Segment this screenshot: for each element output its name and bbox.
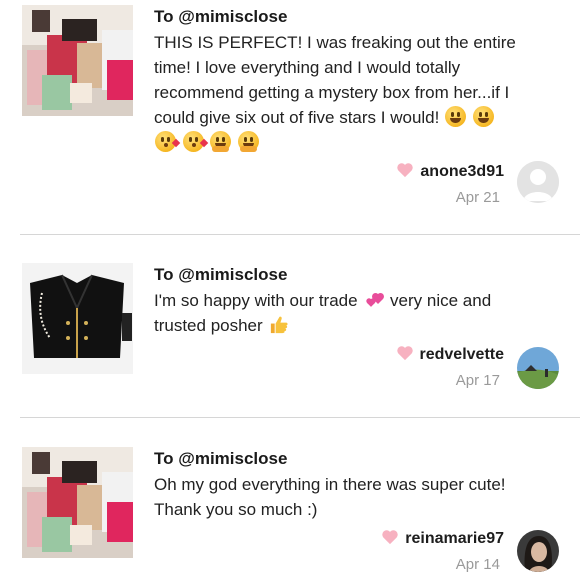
to-prefix: To (154, 7, 174, 26)
divider (20, 417, 580, 418)
message-line: recommend getting a mystery box from her… (154, 83, 510, 102)
message-line: could give six out of five stars I would… (154, 108, 440, 127)
hugging-face-icon (238, 131, 260, 152)
review-recipient: To @mimisclose (154, 7, 287, 27)
review-card: To @mimisclose Oh my god everything in t… (0, 420, 580, 580)
heart-icon (382, 530, 398, 545)
face-blowing-kiss-icon (182, 131, 208, 152)
review-feed: To @mimisclose THIS IS PERFECT! I was fr… (0, 0, 580, 580)
reviewer-avatar[interactable] (517, 530, 559, 572)
two-hearts-icon (363, 289, 384, 310)
grinning-face-icon (445, 106, 467, 127)
recipient-handle[interactable]: @mimisclose (178, 449, 287, 468)
to-prefix: To (154, 265, 174, 284)
recipient-handle[interactable]: @mimisclose (178, 7, 287, 26)
reviewer-link[interactable]: reinamarie97 (381, 530, 504, 547)
reviewer-info: redvelvette Apr 17 (396, 345, 505, 389)
thumbs-up-icon (268, 314, 289, 335)
listing-thumbnail[interactable] (22, 447, 133, 558)
review-message: Oh my god everything in there was super … (154, 472, 568, 522)
message-line: time! I love everything and I would tota… (154, 58, 461, 77)
message-line: very nice and (390, 291, 492, 310)
reviewer-avatar[interactable] (517, 347, 559, 389)
reviewer-avatar[interactable] (517, 161, 559, 203)
review-date: Apr 17 (455, 372, 500, 389)
landscape-photo-avatar (517, 347, 559, 389)
heart-icon (397, 163, 414, 178)
message-line: THIS IS PERFECT! I was freaking out the … (154, 33, 516, 52)
review-date: Apr 21 (455, 189, 500, 206)
listing-thumbnail[interactable] (22, 5, 133, 116)
message-line: Oh my god everything in there was super … (154, 475, 506, 494)
heart-icon (396, 346, 413, 361)
reviewer-username[interactable]: reinamarie97 (405, 530, 504, 547)
hugging-face-icon (210, 131, 232, 152)
reviewer-info: anone3d91 Apr 21 (396, 162, 504, 206)
black-jacket-photo (22, 263, 133, 374)
message-line: Thank you so much :) (154, 500, 318, 519)
review-date: Apr 14 (455, 556, 500, 573)
face-blowing-kiss-icon (155, 131, 181, 152)
recipient-handle[interactable]: @mimisclose (178, 265, 287, 284)
review-message: I'm so happy with our trade very nice an… (154, 288, 568, 338)
review-recipient: To @mimisclose (154, 265, 287, 285)
review-card: To @mimisclose I'm so happy with our tra… (0, 236, 580, 418)
review-recipient: To @mimisclose (154, 449, 287, 469)
reviewer-username[interactable]: anone3d91 (420, 163, 504, 180)
default-avatar-icon (517, 161, 559, 203)
listing-thumbnail[interactable] (22, 263, 133, 374)
message-line: trusted posher (154, 316, 263, 335)
divider (20, 234, 580, 235)
reviewer-link[interactable]: anone3d91 (396, 163, 504, 180)
shopping-bags-photo (22, 5, 133, 116)
reviewer-username[interactable]: redvelvette (420, 346, 505, 363)
shopping-bags-photo (22, 447, 133, 558)
to-prefix: To (154, 449, 174, 468)
review-card: To @mimisclose THIS IS PERFECT! I was fr… (0, 0, 580, 234)
grinning-face-icon (472, 106, 494, 127)
reviewer-link[interactable]: redvelvette (396, 346, 505, 363)
reviewer-info: reinamarie97 Apr 14 (381, 529, 504, 573)
review-message: THIS IS PERFECT! I was freaking out the … (154, 30, 568, 155)
message-line: I'm so happy with our trade (154, 291, 358, 310)
portrait-photo-avatar (517, 530, 559, 572)
